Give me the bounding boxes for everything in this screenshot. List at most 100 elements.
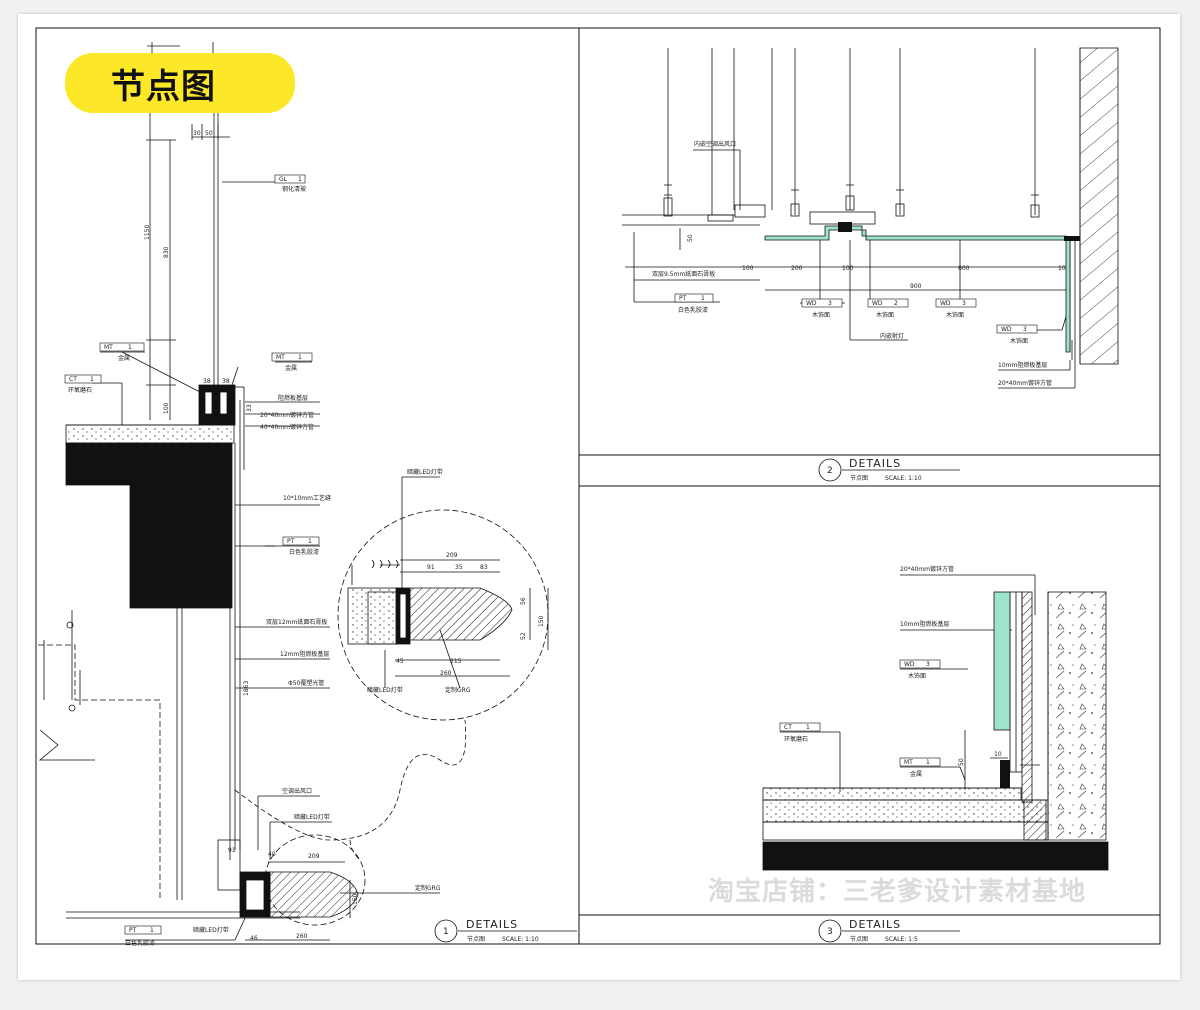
detail-2-text: 内嵌空调出风口 50 100 200 100 600 10 900 双层9.5m… [652,140,1066,482]
tag3-mt: MT 1 [899,757,941,767]
tag2-wd-a: WD 3 [801,298,843,308]
svg-text:3: 3 [828,300,832,307]
svg-text:CT: CT [784,724,792,731]
label-mt-3: 金属 [910,770,922,778]
dim2-50: 50 [687,234,694,242]
tag2-wd-c: WD 3 [935,298,977,308]
label-gypsum-2: 双层9.5mm纸面石膏板 [652,270,715,278]
svg-text:3: 3 [926,661,930,668]
dim3-50: 50 [958,758,965,766]
label-pt-bottom: 白色乳胶漆 [125,939,155,947]
tag2-wd-d: WD 3 [996,324,1038,334]
svg-text:PT: PT [287,538,295,545]
label-wd-3: 木饰面 [908,672,926,680]
detail-2-scale: SCALE: 1:10 [885,475,922,482]
dim-30: 30 [193,130,201,137]
svg-text:GL: GL [279,176,288,183]
tag-pt-bottom: PT 1 [124,925,162,935]
tag2-pt: PT 1 [674,293,714,303]
detail-2-wall-cap [1064,236,1080,241]
dim-260: 260 [296,933,308,940]
dim-209: 209 [308,853,320,860]
tag-ct: CT 1 [64,374,102,384]
watermark: 淘宝店铺：三老爹设计素材基地 [708,877,1087,907]
label-wd-a: 木饰面 [812,311,830,319]
svg-text:1: 1 [298,176,302,183]
svg-text:PT: PT [129,927,137,934]
svg-text:MT: MT [276,354,285,361]
svg-text:1: 1 [926,759,930,766]
dim2-900: 900 [910,283,922,290]
dim-38a: 38 [203,378,211,385]
dim-38b: 38 [222,378,230,385]
label-base: 12mm阻燃板基层 [280,650,329,658]
tag-gl: GL 1 [274,174,306,184]
label-pt-2: 白色乳胶漆 [678,306,708,314]
label-gypsum: 双层12mm纸面石膏板 [266,618,327,626]
detail-1-heading: DETAILS [466,918,518,931]
downlight [838,222,852,232]
label-led-bottom: 暗藏LED灯带 [193,926,229,934]
svg-text:WD: WD [940,300,951,307]
label-ct: 环氧磨石 [68,386,92,394]
label-ct-3: 环氧磨石 [784,735,808,743]
svg-text:3: 3 [1023,326,1027,333]
dim-46: 46 [250,935,258,942]
dim-150: 150 [352,893,359,905]
svg-text:WD: WD [1001,326,1012,333]
label-groove: 10*10mm工艺缝 [283,494,331,502]
zoom-label-grg: 定制GRG [445,686,471,694]
label-wd-b: 木饰面 [876,311,894,319]
detail-2-number: 2 [827,466,833,476]
zoom-dim-91: 91 [427,564,435,571]
zoom-dim-45: 45 [396,658,404,665]
detail-1-scale: SCALE: 1:10 [502,936,539,943]
zoom-dim-56: 56 [520,597,527,605]
label-base-2: 10mm阻燃板基层 [998,361,1047,369]
svg-text:1: 1 [128,344,132,351]
dim-50: 50 [205,130,213,137]
detail-1-subtitle: 节点图 [467,935,485,943]
dim3-10: 10 [994,751,1002,758]
dim-830: 830 [163,246,170,258]
svg-text:PT: PT [679,295,687,302]
detail-3-subtitle: 节点图 [850,935,868,943]
zoom-dim-35: 35 [455,564,463,571]
zoom-label-led: 暗藏LED灯带 [407,468,443,476]
detail-2-subtitle: 节点图 [850,474,868,482]
label-vent: 空调出风口 [282,787,312,795]
svg-text:1: 1 [308,538,312,545]
detail-3-heading: DETAILS [849,918,901,931]
label-led-2: 内嵌射灯 [880,332,904,340]
tag3-ct: CT 1 [779,722,821,732]
zoom-dim-260: 260 [440,670,452,677]
detail-1-number: 1 [443,927,449,937]
dim2-10: 10 [1058,265,1066,272]
svg-text:MT: MT [104,344,113,351]
zoom-dim-150: 150 [538,615,545,627]
cad-drawing: 30 50 1150 830 100 38 38 33 1863 91 40 2… [35,27,1161,947]
tag-mt-right: MT 1 [271,352,313,362]
label-pipe-2: 20*40mm镀锌方管 [998,379,1052,387]
label-pipe: Φ50覆塑光管 [288,679,324,687]
label-vent-2: 内嵌空调出风口 [694,140,736,148]
label-layer3: 40*40mm镀锌方管 [260,423,314,431]
detail-2-section [622,47,1119,482]
svg-text:WD: WD [806,300,817,307]
zoom-label-led2: 暗藏LED灯带 [367,686,403,694]
detail-1-zoom [337,476,549,721]
tag2-wd-b: WD 2 [867,298,909,308]
dim2-100b: 100 [842,265,854,272]
label-mt-right: 金属 [285,364,297,372]
page-title-badge: 节点图 [65,53,295,113]
label-pipe-3: 20*40mm镀锌方管 [900,565,954,573]
svg-text:1: 1 [806,724,810,731]
detail-2-heading: DETAILS [849,457,901,470]
label-base-3: 10mm阻燃板基层 [900,620,949,628]
dim2-600: 600 [958,265,970,272]
detail-1-section [38,42,577,943]
label-gl: 钢化清玻 [282,185,306,193]
zoom-dim-83: 83 [480,564,488,571]
dim-91: 91 [228,847,236,854]
tag-pt-mid: PT 1 [282,536,320,546]
